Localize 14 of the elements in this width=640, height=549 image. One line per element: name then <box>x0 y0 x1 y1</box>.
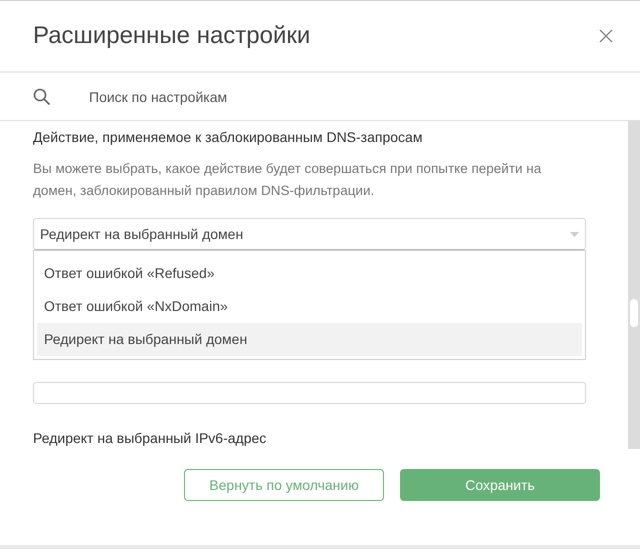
setting-description: Вы можете выбрать, какое действие будет совершаться при попытке перейти на домен, заблокированный правилом DNS-фильтрации. <box>33 160 542 200</box>
setting-title: Редирект на выбранный IPv6-адрес <box>33 429 268 448</box>
ip-address-field[interactable] <box>33 382 586 404</box>
dropdown-option[interactable]: Ответ ошибкой «Refused» <box>37 257 582 290</box>
scrollbar[interactable] <box>628 121 640 449</box>
action-select[interactable]: Редирект на выбранный домен <box>33 218 586 250</box>
caret-icon <box>570 232 579 236</box>
search-field[interactable]: Поиск по настройкам <box>89 73 640 120</box>
dropdown-option[interactable]: Редирект на выбранный домен <box>37 323 582 356</box>
dialog-title: Расширенные настройки <box>33 21 310 51</box>
close-icon[interactable] <box>598 28 614 44</box>
dropdown-option[interactable]: Ответ ошибкой «NxDomain» <box>37 290 582 323</box>
setting-title: Действие, применяемое к заблокированным DNS-запросам <box>33 128 424 147</box>
search-icon <box>33 88 51 106</box>
